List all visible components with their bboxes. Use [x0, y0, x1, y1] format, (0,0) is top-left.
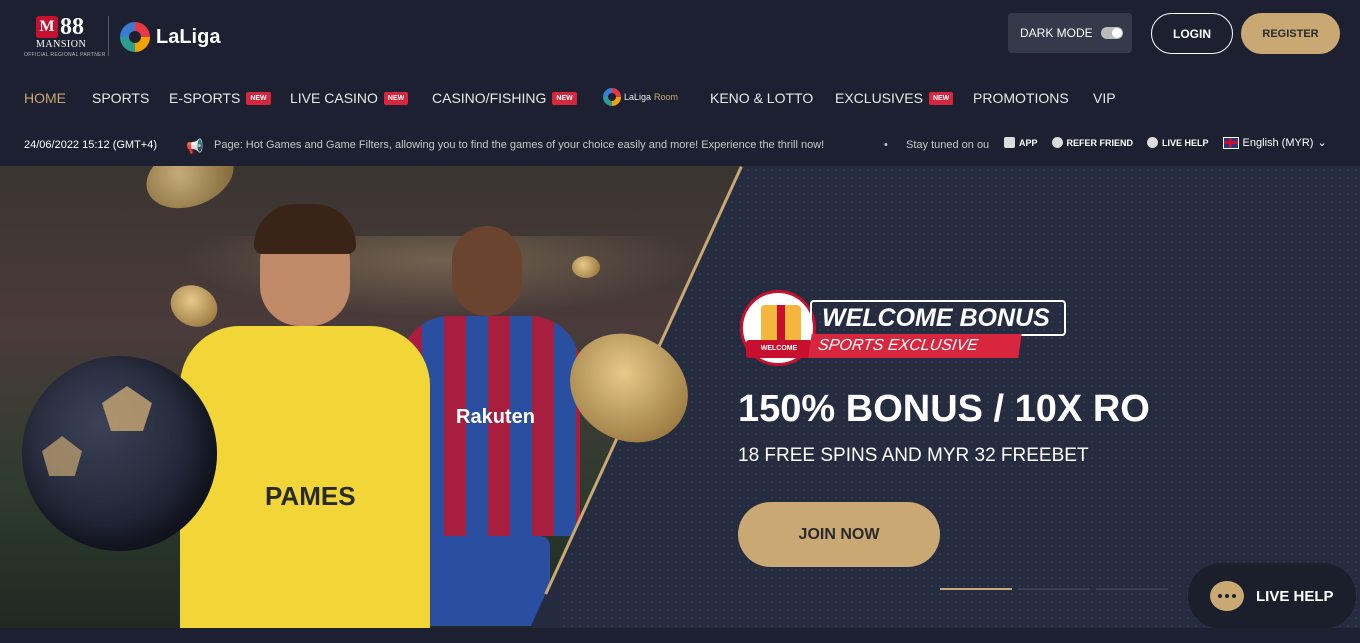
laliga-room-sub: Room: [654, 92, 679, 102]
carousel-dot[interactable]: [1096, 588, 1168, 590]
nav-promotions[interactable]: PROMOTIONS: [973, 90, 1069, 106]
m88-tagline: OFFICIAL REGIONAL PARTNER: [24, 52, 106, 58]
ticker-message-text: Page: Hot Games and Game Filters, allowi…: [214, 139, 825, 151]
new-badge: NEW: [246, 91, 271, 105]
m88-mansion-text: MANSION: [36, 39, 87, 50]
nav-sports-label: SPORTS: [92, 90, 150, 106]
megaphone-icon: 📢: [186, 138, 204, 154]
new-badge: NEW: [928, 91, 954, 105]
laliga-icon: [120, 22, 150, 52]
nav-keno-lotto[interactable]: KENO & LOTTO: [710, 90, 813, 106]
laliga-logo[interactable]: LaLiga: [120, 22, 220, 52]
refer-friend-link[interactable]: REFER FRIEND: [1051, 137, 1134, 148]
jersey-sponsor: Rakuten: [456, 406, 535, 428]
logo-divider: [108, 16, 109, 56]
join-now-button[interactable]: JOIN NOW: [738, 502, 940, 567]
carousel-dot[interactable]: [1018, 588, 1090, 590]
nav-esports[interactable]: E-SPORTS NEW: [169, 90, 271, 106]
login-button[interactable]: LOGIN: [1151, 13, 1233, 54]
hero-banner[interactable]: Rakuten PAMES: [0, 166, 1360, 628]
ticker-bar: 24/06/2022 15:12 (GMT+4) 📢 Page: Hot Gam…: [0, 126, 1360, 166]
player-jersey: [180, 326, 430, 628]
nav-casino-fishing[interactable]: CASINO/FISHING NEW: [432, 90, 577, 106]
chat-bubble-icon: [1147, 137, 1159, 148]
soccer-ball-icon: [22, 356, 217, 551]
laliga-room-label: LaLiga: [624, 92, 652, 102]
register-button[interactable]: REGISTER: [1241, 13, 1340, 54]
refer-friend-label: REFER FRIEND: [1066, 137, 1134, 148]
live-help-button[interactable]: LIVE HELP: [1188, 563, 1356, 629]
footer-strip: [0, 628, 1360, 643]
app-link-label: APP: [1019, 137, 1038, 148]
app-link[interactable]: APP: [1004, 137, 1038, 148]
nav-keno-lotto-label: KENO & LOTTO: [710, 90, 814, 106]
nav-laliga-room[interactable]: LaLiga Room: [603, 88, 678, 106]
nav-casino-fishing-label: CASINO/FISHING: [432, 90, 547, 106]
carousel-indicators: [940, 588, 1168, 590]
welcome-ribbon: WELCOME: [746, 340, 812, 358]
laliga-text: LaLiga: [156, 25, 221, 48]
sports-exclusive-label: SPORTS EXCLUSIVE: [808, 334, 1022, 358]
site-header: M 88 MANSION OFFICIAL REGIONAL PARTNER L…: [0, 0, 1360, 68]
promo-headline: 150% BONUS / 10X RO: [738, 388, 1150, 430]
nav-home[interactable]: HOME: [24, 90, 66, 106]
jersey-sponsor: PAMES: [265, 481, 356, 511]
nav-exclusives[interactable]: EXCLUSIVES NEW: [835, 90, 954, 106]
ticker-links: APP REFER FRIEND LIVE HELP English (MYR)…: [1004, 136, 1327, 149]
uk-flag-icon: [1222, 136, 1239, 149]
nav-home-label: HOME: [24, 90, 66, 106]
nav-vip[interactable]: VIP: [1093, 90, 1116, 106]
m88-mansion-logo[interactable]: M 88 MANSION OFFICIAL REGIONAL PARTNER: [24, 14, 105, 60]
language-label: English (MYR): [1242, 136, 1314, 149]
main-nav: HOME SPORTS E-SPORTS NEW LIVE CASINO NEW C…: [0, 68, 1360, 126]
nav-vip-label: VIP: [1093, 90, 1116, 106]
nav-exclusives-label: EXCLUSIVES: [835, 90, 923, 106]
chat-bubble-icon: [1210, 581, 1244, 611]
chevron-down-icon: ⌄: [1317, 137, 1327, 149]
laliga-room-icon: [603, 88, 621, 106]
gold-coin-icon: [572, 256, 600, 278]
player-head: [452, 226, 522, 316]
gift-icon: [761, 305, 801, 345]
live-help-link[interactable]: LIVE HELP: [1147, 137, 1209, 148]
m88-number: 88: [60, 14, 84, 40]
welcome-bonus-title: WELCOME BONUS: [822, 303, 1050, 332]
live-help-link-label: LIVE HELP: [1162, 137, 1209, 148]
nav-live-casino-label: LIVE CASINO: [290, 90, 378, 106]
app-icon: [1004, 137, 1015, 148]
dark-mode-label: DARK MODE: [1020, 26, 1093, 40]
ticker-message-2: Stay tuned on ou: [906, 139, 990, 151]
nav-promotions-label: PROMOTIONS: [973, 90, 1069, 106]
new-badge: NEW: [383, 91, 409, 105]
welcome-title-box: WELCOME BONUS: [810, 300, 1066, 336]
new-badge: NEW: [552, 91, 577, 105]
nav-live-casino[interactable]: LIVE CASINO NEW: [290, 90, 409, 106]
promo-subheadline: 18 FREE SPINS AND MYR 32 FREEBET: [738, 445, 1089, 466]
carousel-dot[interactable]: [940, 588, 1012, 590]
refer-friend-icon: [1051, 137, 1063, 148]
live-help-label: LIVE HELP: [1256, 587, 1334, 605]
ticker-separator: •: [884, 139, 888, 151]
dark-mode-toggle[interactable]: DARK MODE: [1008, 13, 1132, 53]
language-selector[interactable]: English (MYR) ⌄: [1222, 136, 1327, 149]
ticker-datetime: 24/06/2022 15:12 (GMT+4): [24, 139, 157, 151]
welcome-bonus-badge: WELCOME WELCOME BONUS SPORTS EXCLUSIVE: [740, 290, 1070, 372]
toggle-switch-icon[interactable]: [1100, 27, 1123, 39]
m88-badge: M: [36, 16, 58, 38]
nav-sports[interactable]: SPORTS: [92, 90, 149, 106]
ticker-message: Page: Hot Games and Game Filters, allowi…: [214, 139, 996, 151]
player-hair: [254, 204, 356, 254]
nav-esports-label: E-SPORTS: [169, 90, 241, 106]
